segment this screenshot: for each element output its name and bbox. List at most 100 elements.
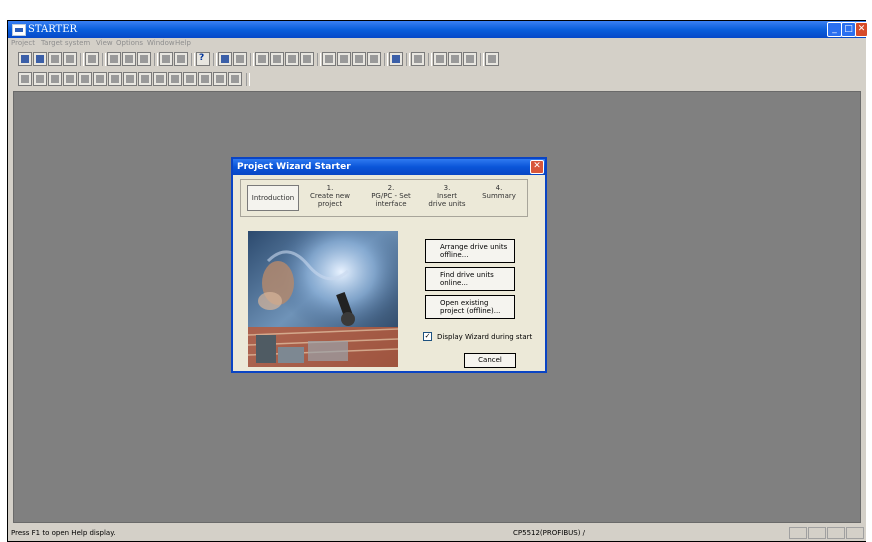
expert-list-icon[interactable] — [218, 52, 232, 66]
accessible-nodes-icon[interactable] — [255, 52, 269, 66]
status-bar: Press F1 to open Help display. CP5512(PR… — [8, 524, 866, 541]
status-pane — [827, 527, 845, 539]
toolbar-separator — [317, 53, 321, 66]
download-icon[interactable] — [270, 52, 284, 66]
step-set-interface: 2. PG/PC - Set interface — [366, 184, 416, 208]
draw-line-icon[interactable] — [78, 72, 92, 86]
cancel-button[interactable]: Cancel — [464, 353, 516, 368]
arrange-offline-button[interactable]: Arrange drive units offline... — [425, 239, 515, 263]
connector-icon[interactable] — [48, 72, 62, 86]
dialog-title: Project Wizard Starter — [237, 162, 351, 172]
step-summary: 4. Summary — [479, 184, 519, 200]
insert-row-icon[interactable] — [153, 72, 167, 86]
load-pg-icon[interactable] — [352, 52, 366, 66]
menu-help[interactable]: Help — [175, 39, 191, 48]
status-pane — [846, 527, 864, 539]
print-icon[interactable] — [85, 52, 99, 66]
menu-target-system[interactable]: Target system — [41, 39, 90, 48]
grid-icon[interactable] — [18, 72, 32, 86]
starter-app-icon — [12, 24, 26, 36]
fill-icon[interactable] — [198, 72, 212, 86]
copy-icon[interactable] — [122, 52, 136, 66]
stop-icon[interactable] — [228, 72, 242, 86]
draw-curve-icon[interactable] — [123, 72, 137, 86]
step-label: PG/PC - Set interface — [371, 192, 411, 208]
trace-icon[interactable] — [433, 52, 447, 66]
menu-view[interactable]: View — [96, 39, 113, 48]
toolbar-separator — [191, 53, 195, 66]
step-insert-drive-units: 3. Insert drive units — [427, 184, 467, 208]
draw-arc-icon[interactable] — [93, 72, 107, 86]
table-icon[interactable] — [138, 72, 152, 86]
status-help-text: Press F1 to open Help display. — [11, 529, 116, 537]
menu-window[interactable]: Window — [147, 39, 175, 48]
select-icon[interactable] — [33, 72, 47, 86]
menu-project[interactable]: Project — [11, 39, 35, 48]
function-generator-icon[interactable] — [463, 52, 477, 66]
run-icon[interactable] — [213, 72, 227, 86]
step-number: 4. — [495, 184, 503, 192]
step-label: Introduction — [251, 194, 295, 202]
zoom-in-icon[interactable] — [168, 72, 182, 86]
wizard-illustration — [248, 231, 398, 367]
close-button[interactable]: ✕ — [855, 22, 868, 37]
toolbar-separator — [80, 53, 84, 66]
title-bar: STARTER _ □ ✕ — [8, 21, 868, 38]
help-icon[interactable]: ? — [196, 52, 210, 66]
open-project-icon[interactable] — [33, 52, 47, 66]
device-diagnostics-icon[interactable] — [411, 52, 425, 66]
dialog-close-button[interactable]: ✕ — [530, 160, 544, 174]
find-online-button[interactable]: Find drive units online... — [425, 267, 515, 291]
toolbar-separator — [102, 53, 106, 66]
step-label: Summary — [482, 192, 516, 200]
step-number: 1. — [326, 184, 334, 192]
toolbar-separator — [246, 73, 250, 86]
step-label: Create new project — [310, 192, 350, 208]
copy-ram-rom-icon[interactable] — [367, 52, 381, 66]
menu-bar: Project Target system View Options Windo… — [8, 38, 866, 50]
save-project-icon[interactable] — [485, 52, 499, 66]
new-project-icon[interactable] — [18, 52, 32, 66]
step-label: Insert drive units — [428, 192, 466, 208]
project-wizard-dialog: Project Wizard Starter ✕ Introduction 1.… — [231, 157, 547, 373]
insert-block-icon[interactable] — [63, 72, 77, 86]
toolbar-separator — [213, 53, 217, 66]
status-pane — [808, 527, 826, 539]
display-wizard-checkbox[interactable]: ✓ — [423, 331, 432, 341]
draw-slope-icon[interactable] — [108, 72, 122, 86]
compare-icon[interactable] — [300, 52, 314, 66]
step-number: 2. — [387, 184, 395, 192]
status-connection: CP5512(PROFIBUS) / — [513, 529, 586, 537]
dialog-title-bar[interactable]: Project Wizard Starter ✕ — [233, 159, 545, 175]
save-icon[interactable] — [48, 52, 62, 66]
toolbar-separator — [384, 53, 388, 66]
status-pane — [789, 527, 807, 539]
connect-icon[interactable] — [322, 52, 336, 66]
maximize-button[interactable]: □ — [841, 22, 856, 37]
expert-list-disabled-icon[interactable] — [233, 52, 247, 66]
toolbar-separator — [428, 53, 432, 66]
upload-icon[interactable] — [285, 52, 299, 66]
load-cpu-icon[interactable] — [337, 52, 351, 66]
display-wizard-label: Display Wizard during start — [437, 333, 533, 341]
toolbar-separator — [250, 53, 254, 66]
zoom-out-icon[interactable] — [183, 72, 197, 86]
display-wizard-option[interactable]: ✓ Display Wizard during start — [423, 331, 533, 342]
minimize-button[interactable]: _ — [827, 22, 842, 37]
paste-icon[interactable] — [137, 52, 151, 66]
cut-icon[interactable] — [107, 52, 121, 66]
save-compile-icon[interactable] — [63, 52, 77, 66]
window-title: STARTER — [28, 24, 78, 35]
undo-icon[interactable] — [159, 52, 173, 66]
step-introduction: Introduction — [247, 185, 299, 211]
toolbar-separator — [406, 53, 410, 66]
measurement-icon[interactable] — [448, 52, 462, 66]
step-create-new-project: 1. Create new project — [307, 184, 353, 208]
toolbar-separator — [154, 53, 158, 66]
wizard-steps: Introduction 1. Create new project 2. PG… — [240, 179, 528, 217]
toolbar-separator — [480, 53, 484, 66]
menu-options[interactable]: Options — [116, 39, 143, 48]
control-panel-icon[interactable] — [389, 52, 403, 66]
redo-icon[interactable] — [174, 52, 188, 66]
open-existing-button[interactable]: Open existing project (offline)... — [425, 295, 515, 319]
